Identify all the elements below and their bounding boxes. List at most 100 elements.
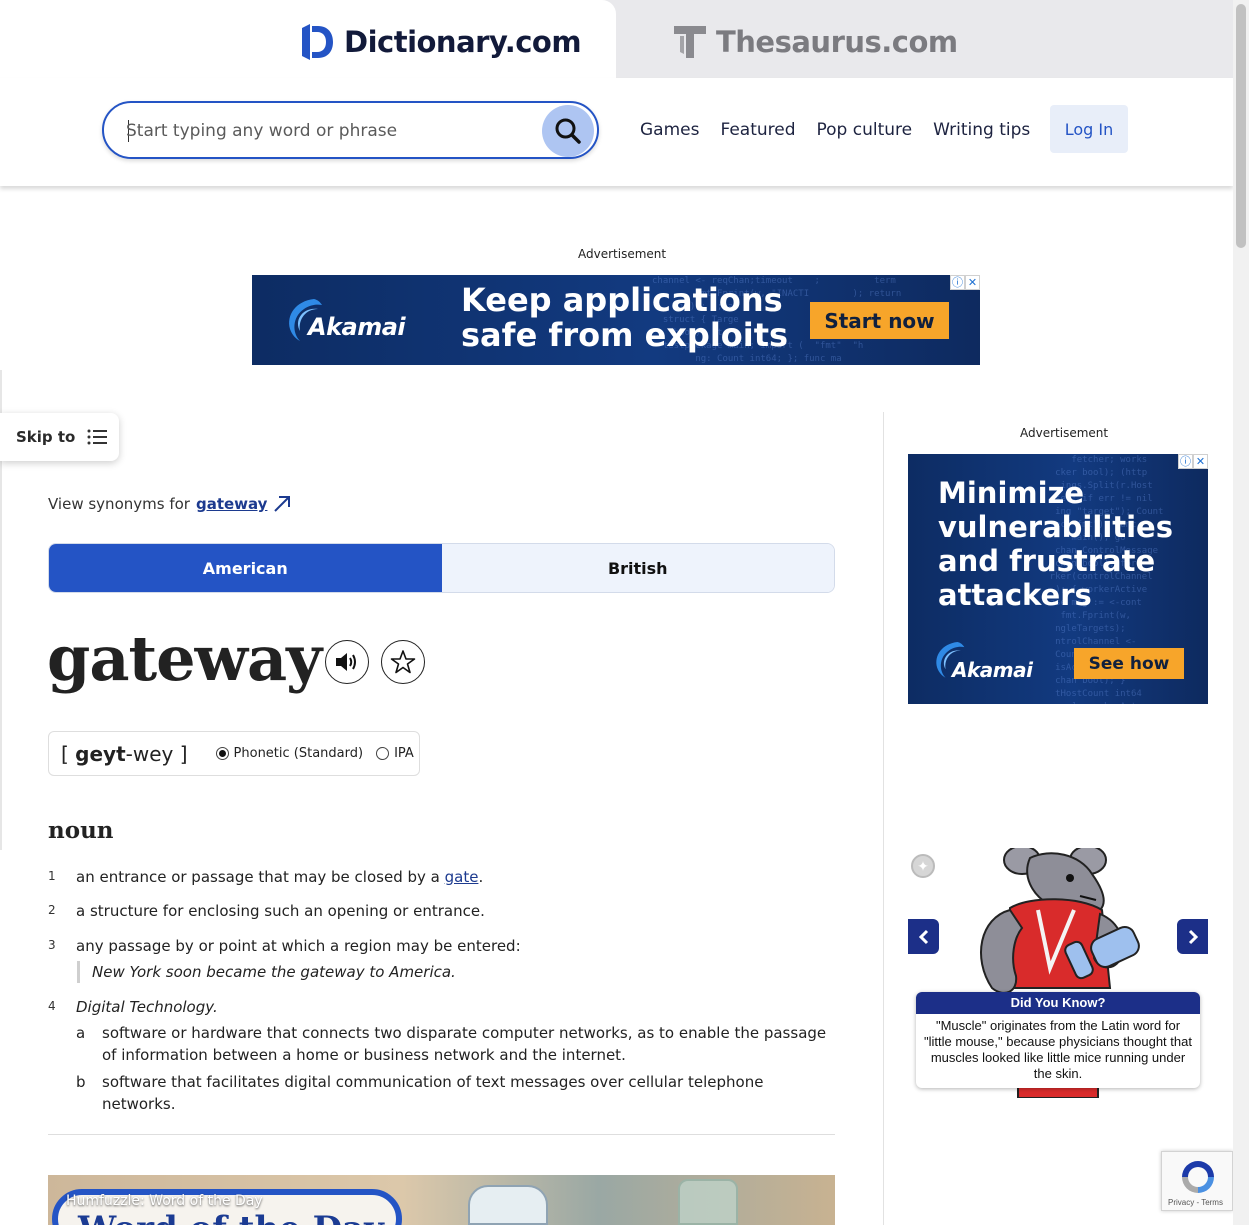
- thesaurus-logo-text: Thesaurus.com: [716, 25, 958, 59]
- definition-1: an entrance or passage that may be close…: [76, 866, 483, 888]
- top-ad-cta-button[interactable]: Start now: [810, 302, 949, 339]
- ad-close-controls: ⓘ ✕: [950, 275, 980, 290]
- view-synonyms-prefix: View synonyms for: [48, 495, 190, 513]
- ad-close-icon[interactable]: ✕: [965, 275, 980, 290]
- word-of-the-day-card[interactable]: Word of the Day Humfuzzle: Word of the D…: [48, 1175, 835, 1225]
- side-ad-headline: Minimize vulnerabilities and frustrate a…: [938, 476, 1173, 612]
- did-you-know-body: "Muscle" originates from the Latin word …: [924, 1018, 1192, 1081]
- did-you-know-card: Did You Know? "Muscle" originates from t…: [916, 992, 1200, 1088]
- gate-link[interactable]: gate: [445, 868, 479, 886]
- nav-writing-tips[interactable]: Writing tips: [933, 120, 1030, 140]
- side-ad-headline-line: and frustrate: [938, 544, 1156, 578]
- jar-image: [678, 1179, 738, 1225]
- top-ad-banner[interactable]: channel <- reqChan;timeout ; term fmt.Fp…: [252, 275, 980, 365]
- ad-close-controls: ⓘ ✕: [1178, 454, 1208, 469]
- wotd-subtitle: Humfuzzle: Word of the Day: [66, 1193, 263, 1209]
- ad-info-icon[interactable]: ⓘ: [1178, 454, 1193, 469]
- chevron-right-icon: [1188, 929, 1198, 944]
- site-header: Games Featured Pop culture Writing tips …: [0, 78, 1233, 186]
- thesaurus-logo[interactable]: Thesaurus.com: [672, 24, 958, 60]
- favorite-button[interactable]: [381, 640, 425, 684]
- sub-definition-letter: b: [76, 1073, 86, 1091]
- definition-text: an entrance or passage that may be close…: [76, 868, 445, 886]
- definition-number: 3: [48, 938, 56, 952]
- top-ad-headline: Keep applications safe from exploits: [461, 283, 788, 353]
- ad-label-side: Advertisement: [1020, 426, 1109, 440]
- search-box: [102, 101, 599, 159]
- recaptcha-icon: [1182, 1161, 1214, 1193]
- akamai-logo: Akamai: [284, 297, 406, 341]
- search-input[interactable]: [126, 115, 526, 147]
- tab-dictionary[interactable]: Dictionary.com: [0, 0, 616, 78]
- nav-featured[interactable]: Featured: [720, 120, 795, 140]
- search-button[interactable]: [542, 105, 594, 157]
- definition-4-label: Digital Technology.: [76, 998, 218, 1016]
- scrollbar-thumb[interactable]: [1236, 4, 1246, 248]
- radio-phonetic-dot: [215, 747, 229, 760]
- main-nav: Games Featured Pop culture Writing tips: [640, 120, 1030, 140]
- side-ad-headline-line: Minimize: [938, 476, 1085, 510]
- nav-games[interactable]: Games: [640, 120, 699, 140]
- radio-phonetic-label: Phonetic (Standard): [233, 746, 364, 761]
- speaker-icon: [336, 653, 356, 671]
- top-ad-headline-line-1: Keep applications: [461, 281, 783, 319]
- part-of-speech: noun: [48, 817, 114, 844]
- ad-close-icon[interactable]: ✕: [1193, 454, 1208, 469]
- carousel-next-button[interactable]: [1177, 919, 1208, 954]
- did-you-know-title: Did You Know?: [916, 992, 1200, 1014]
- tab-american[interactable]: American: [49, 544, 442, 592]
- did-you-know-carousel: ✦ Did You Know? "Muscle" originates from…: [908, 848, 1208, 1098]
- definition-number: 1: [48, 869, 56, 883]
- side-ad-cta-button[interactable]: See how: [1074, 648, 1184, 679]
- carousel-prev-button[interactable]: [908, 919, 939, 954]
- top-ad-headline-line-2: safe from exploits: [461, 316, 789, 354]
- akamai-swoosh-icon: [936, 642, 965, 678]
- audio-button[interactable]: [325, 640, 369, 684]
- recaptcha-badge[interactable]: Privacy - Terms: [1161, 1151, 1233, 1211]
- chevron-left-icon: [918, 929, 928, 944]
- ad-info-icon[interactable]: ⓘ: [950, 275, 965, 290]
- page-scrollbar[interactable]: [1233, 0, 1249, 1225]
- column-divider: [883, 412, 884, 1225]
- sub-definition-a: software or hardware that connects two d…: [102, 1024, 827, 1064]
- dictionary-logo[interactable]: Dictionary.com: [300, 24, 582, 60]
- external-arrow-icon[interactable]: [273, 495, 291, 513]
- radio-ipa-dot: [376, 747, 390, 760]
- section-divider: [48, 1134, 835, 1135]
- skip-to-button[interactable]: Skip to: [0, 413, 119, 461]
- thesaurus-logo-icon: [674, 26, 706, 58]
- list-icon: [87, 429, 108, 445]
- site-tabs: Dictionary.com Thesaurus.com: [0, 0, 1233, 78]
- sub-definition-b: software that facilitates digital commun…: [102, 1073, 764, 1113]
- radio-ipa-label: IPA: [394, 746, 414, 761]
- pron-open-bracket: [: [61, 741, 76, 766]
- dialect-toggle: American British: [48, 543, 835, 593]
- star-icon: [390, 650, 416, 674]
- radio-phonetic[interactable]: Phonetic (Standard): [215, 746, 364, 761]
- akamai-logo: Akamai: [932, 640, 1033, 682]
- radio-ipa[interactable]: IPA: [376, 746, 414, 761]
- definition-number: 2: [48, 903, 56, 917]
- dictionary-logo-icon: [302, 24, 333, 60]
- pron-stressed: geyt: [75, 741, 126, 766]
- side-ad-banner[interactable]: fetcher; works cker bool); (http ings.Sp…: [908, 454, 1208, 704]
- view-synonyms: View synonyms for gateway: [48, 495, 291, 513]
- search-icon: [555, 118, 581, 144]
- login-button[interactable]: Log In: [1050, 105, 1128, 153]
- definition-example: New York soon became the gateway to Amer…: [77, 961, 456, 983]
- jar-image: [468, 1185, 548, 1225]
- recaptcha-links[interactable]: Privacy - Terms: [1168, 1198, 1223, 1207]
- view-synonyms-link[interactable]: gateway: [196, 495, 268, 513]
- pronunciation-text: [ geyt-wey ]: [61, 742, 188, 766]
- definition-2: a structure for enclosing such an openin…: [76, 902, 485, 920]
- side-ad-headline-line: attackers: [938, 578, 1092, 612]
- nav-pop-culture[interactable]: Pop culture: [817, 120, 913, 140]
- ad-label-top: Advertisement: [578, 247, 667, 261]
- pron-rest: -wey ]: [125, 741, 188, 766]
- sparkle-badge-icon[interactable]: ✦: [911, 854, 935, 878]
- side-ad-headline-line: vulnerabilities: [938, 510, 1173, 544]
- dictionary-logo-text: Dictionary.com: [344, 25, 582, 59]
- definition-3: any passage by or point at which a regio…: [76, 937, 521, 955]
- tab-british[interactable]: British: [441, 544, 834, 592]
- definition-text: .: [478, 868, 484, 886]
